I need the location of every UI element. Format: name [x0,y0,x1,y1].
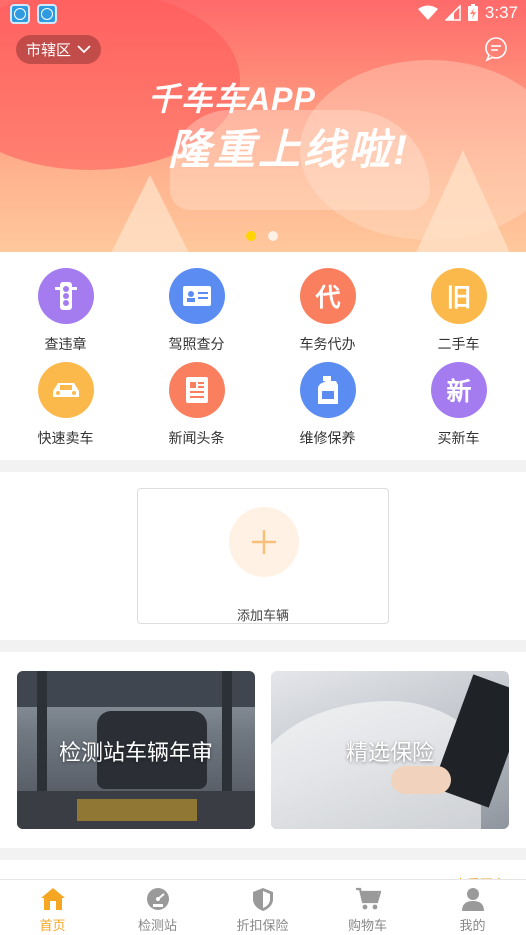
clock: 3:37 [484,3,518,22]
banner-subheadline: 隆重上线啦! [168,126,410,173]
hand-on-door [391,766,451,794]
tab-label: 我的 [459,919,486,934]
xin-character-icon: 新 [431,362,487,418]
status-right: 3:37 [417,3,518,23]
inspection-lane [77,799,197,821]
service-cards: 检测站车辆年审 精选保险 [0,652,526,848]
chevron-down-icon [77,45,91,54]
battery-charging-icon [467,4,478,21]
plus-icon [252,530,276,554]
location-label: 市辖区 [26,41,72,59]
tab-label: 检测站 [137,919,177,934]
service-card-insurance[interactable]: 精选保险 [271,671,509,829]
menu-item-label: 快速卖车 [37,431,94,447]
tab-inspection-station[interactable]: 检测站 [105,880,210,935]
banner-pager [246,231,278,241]
banner-triangle [415,150,511,252]
service-card-label: 精选保险 [345,741,434,766]
menu-item-quick-sell[interactable]: 快速卖车 [0,346,131,447]
menu-item-agency[interactable]: 代 车务代办 [262,252,393,353]
menu-item-maintenance[interactable]: 维修保养 [262,346,393,447]
status-bar: 3:37 [0,0,526,28]
tab-shopping-cart[interactable]: 购物车 [315,880,420,935]
service-card-inspection[interactable]: 检测站车辆年审 [17,671,255,829]
tab-discount-insurance[interactable]: 折扣保险 [210,880,315,935]
add-vehicle-card[interactable]: 添加车辆 [137,488,389,624]
inspection-pillar [222,671,232,791]
menu-item-violation[interactable]: 查违章 [0,252,131,353]
inspection-station-roof [17,671,255,707]
person-icon [462,888,484,911]
message-icon[interactable] [483,36,509,62]
menu-item-label: 买新车 [437,431,480,447]
banner-headline: 千车车APP [148,81,316,117]
menu-item-new-car[interactable]: 新 买新车 [393,346,524,447]
bottom-tab-bar: 首页 检测站 折扣保险 购物车 我的 [0,879,526,935]
id-card-icon [169,268,225,324]
add-vehicle-label: 添加车辆 [236,609,289,624]
tab-profile[interactable]: 我的 [420,880,525,935]
menu-item-label: 维修保养 [299,431,356,447]
pager-dot[interactable] [268,231,278,241]
tab-label: 首页 [39,919,66,934]
newspaper-icon [169,362,225,418]
inspection-pillar [37,671,47,791]
add-vehicle-section: 添加车辆 [0,472,526,640]
pager-dot-active[interactable] [246,231,256,241]
menu-item-license-points[interactable]: 驾照查分 [131,252,262,353]
quick-menu: 查违章 驾照查分 代 车务代办 旧 二手车 快速卖车 新闻头条 维修保养 新 买… [0,252,526,460]
tab-home[interactable]: 首页 [0,880,105,935]
notification-app-icon [10,4,30,24]
car-icon [38,362,94,418]
menu-item-used-car[interactable]: 旧 二手车 [393,252,524,353]
wifi-icon [417,5,438,20]
add-vehicle-button[interactable] [229,507,299,577]
app-screen: 千车车APP 隆重上线啦! 3:37 市辖区 查违章 驾照查分 代 车务代办 旧… [0,0,526,935]
signal-icon [444,5,461,21]
menu-item-news[interactable]: 新闻头条 [131,346,262,447]
service-card-label: 检测站车辆年审 [58,741,213,766]
shield-icon [253,888,273,911]
speedometer-icon [147,888,169,910]
dai-character-icon: 代 [300,268,356,324]
home-icon [41,888,65,910]
notification-app-icon [37,4,57,24]
tab-label: 折扣保险 [236,919,289,934]
jiu-character-icon: 旧 [431,268,487,324]
banner-triangle [110,175,190,252]
location-selector[interactable]: 市辖区 [16,35,102,64]
traffic-light-icon [38,268,94,324]
menu-item-label: 新闻头条 [168,431,225,447]
cart-icon [356,887,381,910]
oil-bottle-icon [300,362,356,418]
tab-label: 购物车 [347,919,387,934]
